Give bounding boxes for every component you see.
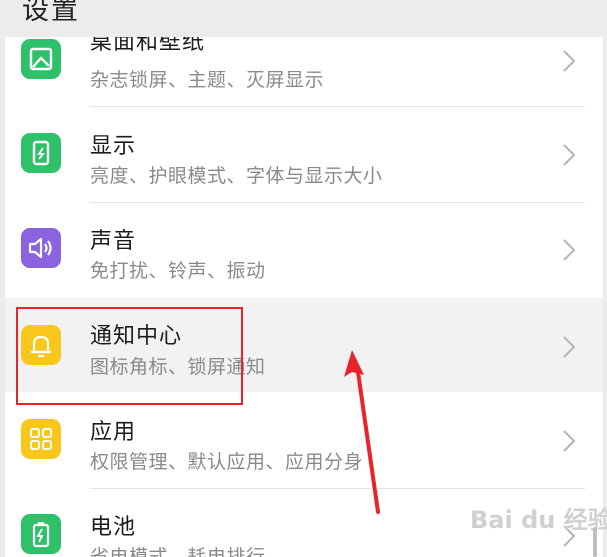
settings-item-title: 声音 [90,229,137,254]
settings-item-wallpaper[interactable]: 桌面和壁纸 杂志锁屏、主题、灭屏显示 [5,37,603,108]
wallpaper-icon [21,39,61,79]
battery-icon [21,514,61,554]
settings-item-title: 应用 [90,420,137,445]
settings-item-title: 电池 [90,515,137,540]
apps-grid-icon [21,419,61,459]
watermark-logo: Bai du 经验 [470,494,607,534]
scrollbar[interactable] [593,527,597,557]
settings-item-title: 显示 [90,134,137,159]
page-title: 设置 [22,0,80,26]
header: 设置 [0,0,607,40]
settings-item-sound[interactable]: 声音 免打扰、铃声、振动 [5,203,603,297]
watermark-text: Bai du 经验 [470,506,607,534]
chevron-right-icon [563,50,576,72]
settings-item-subtitle: 免打扰、铃声、振动 [90,260,266,282]
settings-item-display[interactable]: 显示 亮度、护眼模式、字体与显示大小 [5,108,603,202]
speaker-icon [21,228,61,268]
annotation-highlight-box [16,307,243,405]
chevron-right-icon [563,239,576,261]
settings-item-subtitle: 省电模式、耗电排行 [90,546,266,557]
divider [90,106,585,107]
settings-item-apps[interactable]: 应用 权限管理、默认应用、应用分身 [5,394,603,488]
chevron-right-icon [563,336,576,358]
settings-item-title: 桌面和壁纸 [90,37,206,55]
settings-item-subtitle: 亮度、护眼模式、字体与显示大小 [90,165,383,187]
settings-list: 桌面和壁纸 杂志锁屏、主题、灭屏显示 显示 亮度、护眼模式、字体与显示大小 声音… [5,37,603,557]
chevron-right-icon [563,144,576,166]
chevron-right-icon [563,430,576,452]
display-icon [21,133,61,173]
settings-item-subtitle: 权限管理、默认应用、应用分身 [90,451,364,473]
settings-item-subtitle: 杂志锁屏、主题、灭屏显示 [90,69,325,91]
